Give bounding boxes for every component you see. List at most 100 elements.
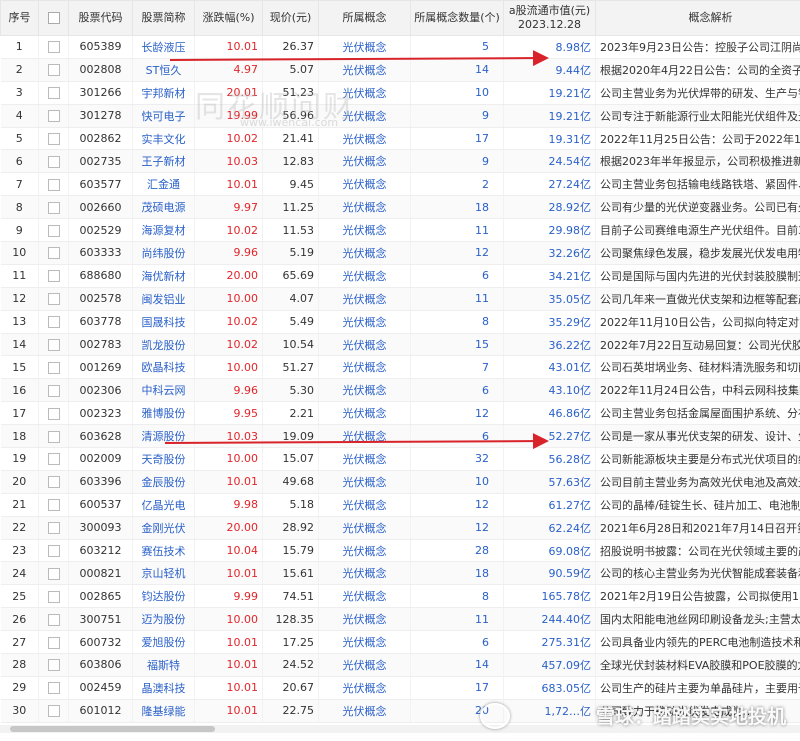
market-cap-link[interactable]: 27.24亿 xyxy=(503,172,596,197)
concept-analysis[interactable]: 公司是国际与国内先进的光伏封装胶膜制造商…⌄ xyxy=(595,264,800,288)
market-cap-link[interactable]: 244.40亿 xyxy=(503,607,596,632)
concept-analysis[interactable]: 公司新能源板块主要是分布式光伏项目的综合…⌄ xyxy=(595,447,800,471)
table-row[interactable]: 14 002783 凯龙股份 10.02 10.54 光伏概念 15 36.22亿 2022年7… xyxy=(0,333,800,357)
table-row[interactable]: 1 605389 长龄液压 10.01 26.37 光伏概念 5 8.98亿 2023年9月23… xyxy=(0,35,800,59)
concept-count-link[interactable]: 32 xyxy=(410,447,504,471)
concept-count-link[interactable]: 8 xyxy=(410,310,504,334)
row-checkbox[interactable] xyxy=(47,384,60,397)
concept-count-link[interactable]: 5 xyxy=(410,35,504,59)
concept-count-link[interactable]: 18 xyxy=(410,561,504,586)
table-row[interactable]: 16 002306 中科云网 9.96 5.30 光伏概念 6 43.10亿 2022年11月2… xyxy=(0,378,800,403)
table-row[interactable]: 22 300093 金刚光伏 20.00 28.92 光伏概念 12 62.24亿 2021年6… xyxy=(0,516,800,540)
market-cap-link[interactable]: 32.26亿 xyxy=(503,241,596,265)
header-price[interactable]: 现价(元) xyxy=(262,0,319,36)
concept-link[interactable]: 光伏概念 xyxy=(318,607,411,632)
row-checkbox-cell[interactable] xyxy=(38,699,69,723)
market-cap-link[interactable]: 35.05亿 xyxy=(503,287,596,311)
table-row[interactable]: 27 600732 爱旭股份 10.01 17.25 光伏概念 6 275.31亿 公司具备业内… xyxy=(0,630,800,655)
concept-count-link[interactable]: 11 xyxy=(410,607,504,632)
concept-link[interactable]: 光伏概念 xyxy=(318,493,411,517)
concept-analysis[interactable]: 全球光伏封装材料EVA胶膜和POE胶膜的龙头,E…⌄ xyxy=(595,653,800,677)
row-checkbox[interactable] xyxy=(47,155,60,168)
table-row[interactable]: 13 603778 国晟科技 10.02 5.49 光伏概念 8 35.29亿 2022年11月… xyxy=(0,310,800,334)
row-checkbox[interactable] xyxy=(47,224,60,237)
market-cap-link[interactable]: 275.31亿 xyxy=(503,630,596,655)
market-cap-link[interactable]: 57.63亿 xyxy=(503,470,596,494)
row-checkbox[interactable] xyxy=(47,453,60,466)
header-stock-name[interactable]: 股票简称 xyxy=(132,0,195,36)
concept-analysis[interactable]: 2022年11月25日公告：公司于2022年11月25…⌄ xyxy=(595,127,800,151)
row-checkbox-cell[interactable] xyxy=(38,104,69,128)
concept-count-link[interactable]: 9 xyxy=(410,104,504,128)
market-cap-link[interactable]: 62.24亿 xyxy=(503,516,596,540)
concept-analysis[interactable]: 公司的核心主营业务为光伏智能成套装备和包…⌄ xyxy=(595,561,800,586)
stock-name-link[interactable]: 欧晶科技 xyxy=(132,355,195,380)
concept-link[interactable]: 光伏概念 xyxy=(318,218,411,243)
stock-name-link[interactable]: 快可电子 xyxy=(132,104,195,128)
concept-count-link[interactable]: 11 xyxy=(410,287,504,311)
row-checkbox[interactable] xyxy=(47,613,60,626)
stock-name-link[interactable]: 宇邦新材 xyxy=(132,81,195,105)
table-row[interactable]: 8 002660 茂硕电源 9.97 11.25 光伏概念 18 28.92亿 公司有少量的光伏… xyxy=(0,195,800,220)
concept-count-link[interactable]: 11 xyxy=(410,218,504,243)
concept-analysis[interactable]: 公司石英坩埚业务、硅材料清洗服务和切削液…⌄ xyxy=(595,355,800,380)
concept-analysis[interactable]: 公司生产的硅片主要为单晶硅片，主要用于加…⌄ xyxy=(595,676,800,700)
concept-count-link[interactable]: 12 xyxy=(410,241,504,265)
row-checkbox[interactable] xyxy=(47,545,60,558)
market-cap-link[interactable]: 36.22亿 xyxy=(503,333,596,357)
stock-name-link[interactable]: 闽发铝业 xyxy=(132,287,195,311)
concept-count-link[interactable]: 15 xyxy=(410,333,504,357)
concept-count-link[interactable]: 12 xyxy=(410,401,504,426)
table-row[interactable]: 29 002459 晶澳科技 10.01 20.67 光伏概念 17 683.05亿 公司生产的… xyxy=(0,676,800,700)
row-checkbox[interactable] xyxy=(47,567,60,580)
concept-analysis[interactable]: 公司主营业务为光伏焊带的研发、生产与销售…⌄ xyxy=(595,81,800,105)
table-row[interactable]: 17 002323 雅博股份 9.95 2.21 光伏概念 12 46.86亿 公司主营业务包括… xyxy=(0,401,800,426)
concept-link[interactable]: 光伏概念 xyxy=(318,149,411,174)
stock-name-link[interactable]: 亿晶光电 xyxy=(132,493,195,517)
row-checkbox-cell[interactable] xyxy=(38,195,69,220)
market-cap-link[interactable]: 56.28亿 xyxy=(503,447,596,471)
row-checkbox-cell[interactable] xyxy=(38,401,69,426)
row-checkbox[interactable] xyxy=(47,361,60,374)
row-checkbox[interactable] xyxy=(47,293,60,306)
concept-analysis[interactable]: 招股说明书披露：公司在光伏领域主要的产品…⌄ xyxy=(595,539,800,563)
row-checkbox[interactable] xyxy=(47,499,60,512)
header-concept[interactable]: 所属概念 xyxy=(318,0,411,36)
row-checkbox-cell[interactable] xyxy=(38,653,69,677)
market-cap-link[interactable]: 61.27亿 xyxy=(503,493,596,517)
row-checkbox[interactable] xyxy=(47,87,60,100)
concept-link[interactable]: 光伏概念 xyxy=(318,81,411,105)
table-row[interactable]: 19 002009 天奇股份 10.00 15.07 光伏概念 32 56.28亿 公司新能源板… xyxy=(0,447,800,471)
concept-link[interactable]: 光伏概念 xyxy=(318,378,411,403)
concept-analysis[interactable]: 公司有少量的光伏逆变器业务。公司已有少量…⌄ xyxy=(595,195,800,220)
concept-count-link[interactable]: 17 xyxy=(410,127,504,151)
stock-name-link[interactable]: 实丰文化 xyxy=(132,127,195,151)
market-cap-link[interactable]: 34.21亿 xyxy=(503,264,596,288)
concept-analysis[interactable]: 公司聚焦绿色发展，稳步发展光伏发电用特种…⌄ xyxy=(595,241,800,265)
market-cap-link[interactable]: 1,72…亿 xyxy=(503,699,596,723)
row-checkbox[interactable] xyxy=(47,316,60,329)
row-checkbox-cell[interactable] xyxy=(38,81,69,105)
row-checkbox-cell[interactable] xyxy=(38,264,69,288)
row-checkbox[interactable] xyxy=(47,407,60,420)
row-checkbox-cell[interactable] xyxy=(38,584,69,609)
row-checkbox-cell[interactable] xyxy=(38,676,69,700)
stock-name-link[interactable]: 迈为股份 xyxy=(132,607,195,632)
select-all-checkbox[interactable] xyxy=(47,12,60,24)
table-row[interactable]: 11 688680 海优新材 20.00 65.69 光伏概念 6 34.21亿 公司是国际与国… xyxy=(0,264,800,288)
concept-count-link[interactable]: 28 xyxy=(410,539,504,563)
table-row[interactable]: 2 002808 ST恒久 4.97 5.07 光伏概念 14 9.44亿 根据2020年4月2… xyxy=(0,58,800,82)
concept-count-link[interactable]: 17 xyxy=(410,676,504,700)
concept-link[interactable]: 光伏概念 xyxy=(318,424,411,449)
row-checkbox-cell[interactable] xyxy=(38,470,69,494)
stock-name-link[interactable]: 金辰股份 xyxy=(132,470,195,494)
table-row[interactable]: 18 603628 清源股份 10.03 19.09 光伏概念 6 52.27亿 公司是一家从事… xyxy=(0,424,800,449)
stock-name-link[interactable]: 京山轻机 xyxy=(132,561,195,586)
concept-link[interactable]: 光伏概念 xyxy=(318,172,411,197)
row-checkbox[interactable] xyxy=(47,522,60,535)
row-checkbox-cell[interactable] xyxy=(38,287,69,311)
table-row[interactable]: 28 603806 福斯特 10.01 24.52 光伏概念 14 457.09亿 全球光伏封装… xyxy=(0,653,800,677)
row-checkbox[interactable] xyxy=(47,41,60,54)
concept-analysis[interactable]: 公司是一家从事光伏支架的研发、设计、生产…⌄ xyxy=(595,424,800,449)
concept-count-link[interactable]: 12 xyxy=(410,516,504,540)
